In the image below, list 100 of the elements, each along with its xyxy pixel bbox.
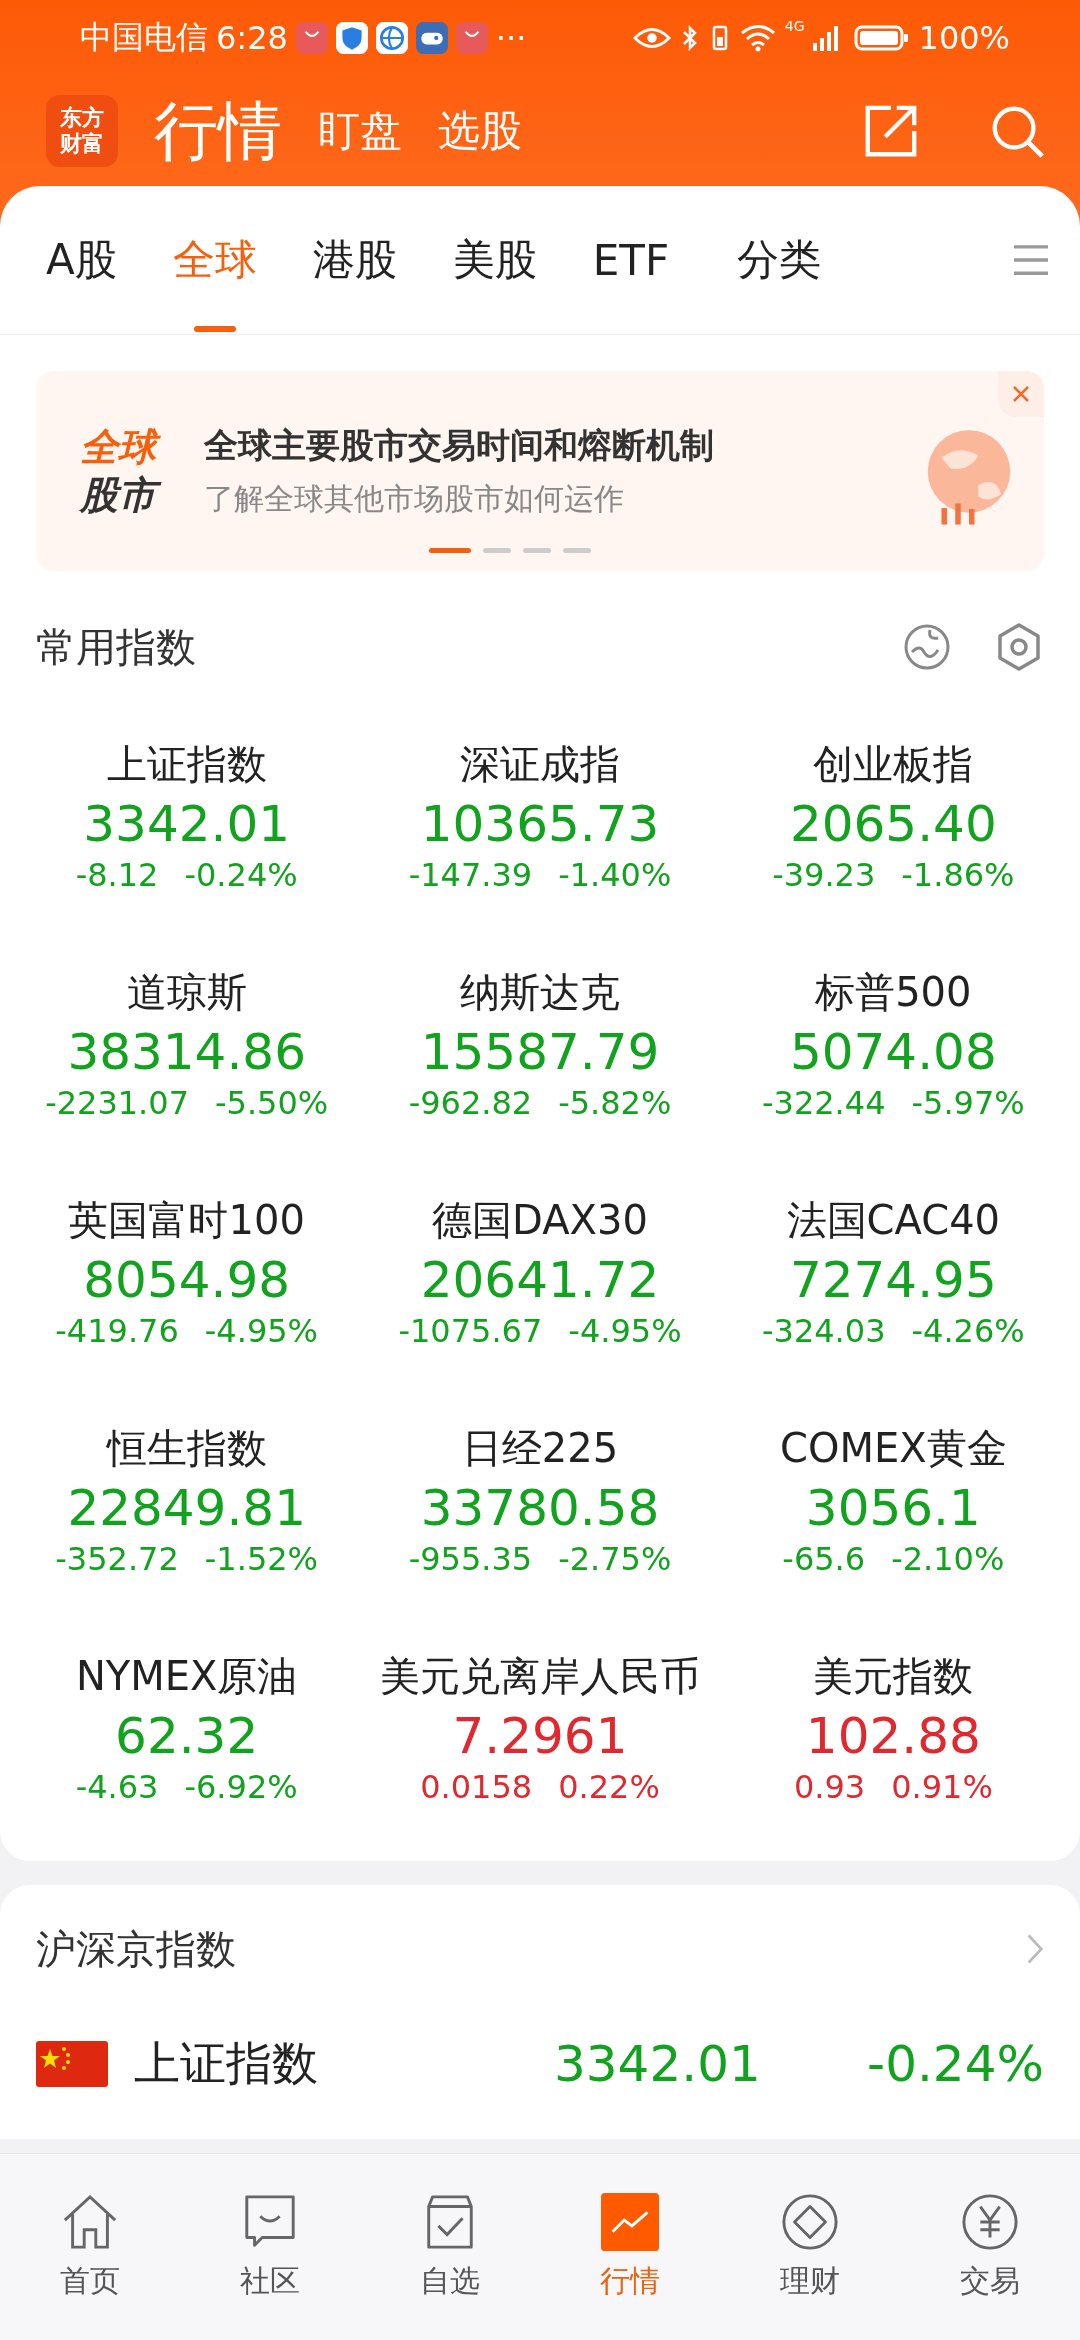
chart-icon xyxy=(601,2192,659,2251)
index-percent: -2.10% xyxy=(891,1539,1005,1578)
index-value: 2065.40 xyxy=(789,793,997,855)
market-tab[interactable]: ETF xyxy=(592,186,670,334)
index-change: -955.35 xyxy=(408,1539,533,1578)
banner-subtitle: 了解全球其他市场股市如何运作 xyxy=(204,479,625,518)
market-tab[interactable]: 美股 xyxy=(452,186,537,334)
index-name: 美元兑离岸人民币 xyxy=(380,1651,700,1701)
menu-icon[interactable] xyxy=(1012,243,1050,277)
yen-icon xyxy=(961,2192,1019,2251)
shield-icon xyxy=(335,22,368,54)
index-value: 102.88 xyxy=(805,1705,981,1767)
index-change: -147.39 xyxy=(408,855,533,894)
category-tab[interactable]: 分类 xyxy=(737,186,822,334)
index-percent: -5.97% xyxy=(911,1083,1025,1122)
carrier-label: 中国电信 xyxy=(80,17,208,58)
clock-time: 6:28 xyxy=(216,19,288,57)
chevron-right-icon[interactable] xyxy=(1026,1932,1044,1966)
index-value: 10365.73 xyxy=(420,793,660,855)
banner-badge-top: 全球 xyxy=(76,423,164,471)
index-name: NYMEX原油 xyxy=(75,1651,298,1701)
promo-banner[interactable]: 全球 股市 全球主要股市交易时间和熔断机制 了解全球其他市场股市如何运作 xyxy=(36,371,1044,571)
index-name: 美元指数 xyxy=(813,1651,974,1701)
section-title: 常用指数 xyxy=(36,622,196,672)
index-change: -322.44 xyxy=(761,1083,886,1122)
index-name: COMEX黄金 xyxy=(780,1423,1007,1473)
index-change: 0.93 xyxy=(793,1767,866,1806)
battery-percent: 100% xyxy=(918,19,1010,57)
index-value: 62.32 xyxy=(115,1705,259,1767)
app-logo: 东方财富 xyxy=(46,95,118,167)
nav-tab[interactable]: 自选 xyxy=(360,2154,540,2340)
market-tab[interactable]: A股 xyxy=(46,186,117,334)
index-change: -65.6 xyxy=(782,1539,866,1578)
index-value: 5074.08 xyxy=(789,1021,997,1083)
index-percent: -4.95% xyxy=(204,1311,318,1350)
index-name: 上证指数 xyxy=(106,739,267,789)
index-change: -1075.67 xyxy=(398,1311,543,1350)
flag-icon xyxy=(36,2041,108,2087)
index-name: 上证指数 xyxy=(134,2035,318,2092)
index-name: 恒生指数 xyxy=(106,1423,267,1473)
index-value: 7.2961 xyxy=(452,1705,628,1767)
app-store-icon xyxy=(455,22,488,54)
market-tab[interactable]: 港股 xyxy=(312,186,397,334)
index-value: 33780.58 xyxy=(420,1477,660,1539)
index-percent: -1.40% xyxy=(558,855,672,894)
banner-badge-bottom: 股市 xyxy=(76,471,164,519)
index-percent: -0.24% xyxy=(866,2035,1044,2093)
banner-title: 全球主要股市交易时间和熔断机制 xyxy=(204,423,714,467)
index-value: 20641.72 xyxy=(420,1249,660,1311)
globe-icon xyxy=(375,22,408,54)
network-type: 4G xyxy=(784,18,805,34)
index-change: -8.12 xyxy=(75,855,159,894)
index-name: 英国富时100 xyxy=(68,1195,305,1245)
section-title: 沪深京指数 xyxy=(36,1924,236,1974)
index-change: -39.23 xyxy=(772,855,876,894)
index-name: 纳斯达克 xyxy=(460,967,620,1017)
index-percent: 0.22% xyxy=(558,1767,660,1806)
index-percent: -1.52% xyxy=(204,1539,318,1578)
nav-tab[interactable]: 首页 xyxy=(0,2154,180,2340)
index-change: -419.76 xyxy=(55,1311,179,1350)
index-value: 15587.79 xyxy=(420,1021,660,1083)
index-value: 7274.95 xyxy=(789,1249,997,1311)
battery-icon xyxy=(852,23,911,53)
index-name: 法国CAC40 xyxy=(786,1195,1001,1245)
index-name: 创业板指 xyxy=(813,739,974,789)
more-notifications: ··· xyxy=(495,19,527,57)
index-name: 深证成指 xyxy=(460,739,620,789)
index-change: -352.72 xyxy=(55,1539,179,1578)
index-percent: -2.75% xyxy=(558,1539,672,1578)
nav-tab[interactable]: 理财 xyxy=(720,2154,900,2340)
index-change: -2231.07 xyxy=(45,1083,189,1122)
index-percent: -0.24% xyxy=(184,855,298,894)
index-change: 0.0158 xyxy=(420,1767,533,1806)
nav-tab[interactable]: 社区 xyxy=(180,2154,360,2340)
home-icon xyxy=(61,2192,119,2251)
index-value: 3342.01 xyxy=(83,793,291,855)
index-change: -4.63 xyxy=(75,1767,159,1806)
index-percent: -1.86% xyxy=(901,855,1015,894)
index-percent: -6.92% xyxy=(184,1767,298,1806)
index-value: 38314.86 xyxy=(67,1021,306,1083)
index-percent: -4.95% xyxy=(568,1311,682,1350)
index-name: 道琼斯 xyxy=(126,967,247,1017)
index-percent: -5.82% xyxy=(558,1083,672,1122)
index-change: -962.82 xyxy=(408,1083,533,1122)
nav-tab[interactable]: 交易 xyxy=(900,2154,1080,2340)
index-percent: -5.50% xyxy=(215,1083,329,1122)
app-store-icon xyxy=(295,22,328,54)
index-name: 标普500 xyxy=(815,967,972,1017)
index-percent: 0.91% xyxy=(891,1767,993,1806)
index-percent: -4.26% xyxy=(911,1311,1025,1350)
globe-icon[interactable] xyxy=(902,622,952,672)
index-name: 日经225 xyxy=(461,1423,619,1473)
index-value: 8054.98 xyxy=(83,1249,291,1311)
index-value: 3342.01 xyxy=(554,2035,762,2093)
close-icon xyxy=(1011,384,1031,404)
index-name: 德国DAX30 xyxy=(432,1195,648,1245)
index-value: 22849.81 xyxy=(67,1477,306,1539)
index-value: 3056.1 xyxy=(805,1477,981,1539)
index-change: -324.03 xyxy=(761,1311,886,1350)
close-button[interactable] xyxy=(998,371,1044,417)
